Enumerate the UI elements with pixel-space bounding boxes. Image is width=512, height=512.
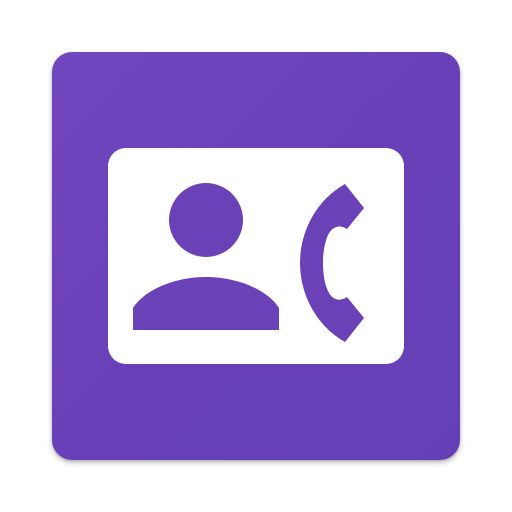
screen (0, 0, 512, 512)
contact-card-shape (108, 148, 404, 364)
contact-phone-icon (52, 52, 460, 460)
person-head-icon (169, 183, 243, 257)
contact-phone-icon-graphic (108, 148, 404, 364)
app-launcher-icon[interactable] (52, 52, 460, 460)
